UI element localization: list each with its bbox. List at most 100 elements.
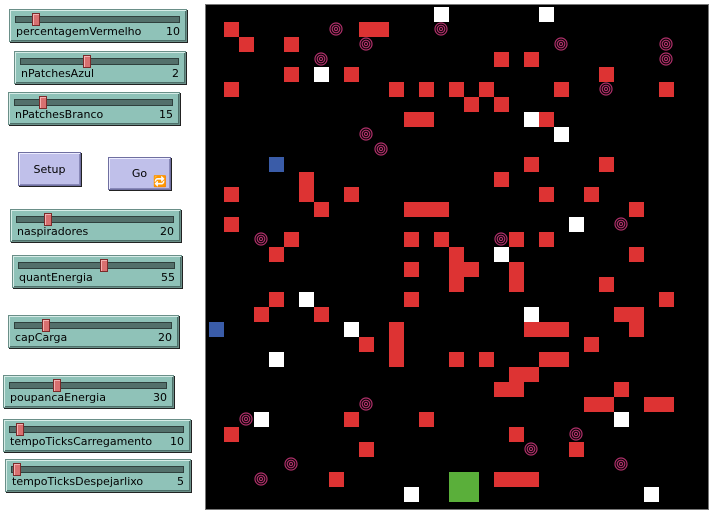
red-patch bbox=[389, 82, 404, 97]
red-patch bbox=[554, 352, 569, 367]
green-patch bbox=[449, 472, 464, 487]
red-patch bbox=[659, 292, 674, 307]
white-patch bbox=[299, 292, 314, 307]
red-patch bbox=[269, 292, 284, 307]
slider-label: quantEnergia bbox=[19, 271, 93, 284]
slider-value: 20 bbox=[158, 331, 172, 344]
red-patch bbox=[464, 262, 479, 277]
slider-label: naspiradores bbox=[17, 225, 89, 238]
red-patch bbox=[584, 397, 599, 412]
red-patch bbox=[434, 232, 449, 247]
red-patch bbox=[539, 187, 554, 202]
red-patch bbox=[509, 262, 524, 277]
white-patch bbox=[644, 487, 659, 502]
vacuum-icon bbox=[254, 472, 268, 486]
slider-track[interactable] bbox=[14, 96, 173, 109]
red-patch bbox=[389, 352, 404, 367]
slider-track[interactable] bbox=[11, 463, 184, 476]
red-patch bbox=[629, 322, 644, 337]
slider-tempo-ticks-carregamento[interactable]: tempoTicksCarregamento 10 bbox=[3, 419, 191, 452]
vacuum-icon bbox=[239, 412, 253, 426]
red-patch bbox=[314, 202, 329, 217]
green-patch bbox=[464, 472, 479, 487]
go-button-label: Go bbox=[131, 167, 148, 180]
slider-track[interactable] bbox=[9, 423, 184, 436]
vacuum-icon bbox=[329, 22, 343, 36]
white-patch bbox=[539, 7, 554, 22]
red-patch bbox=[509, 427, 524, 442]
white-patch bbox=[524, 307, 539, 322]
red-patch bbox=[569, 442, 584, 457]
red-patch bbox=[449, 277, 464, 292]
slider-tempo-ticks-despejar-lixo[interactable]: tempoTicksDespejarlixo 5 bbox=[5, 459, 191, 492]
red-patch bbox=[359, 442, 374, 457]
red-patch bbox=[404, 292, 419, 307]
slider-naspiradores[interactable]: naspiradores 20 bbox=[10, 209, 181, 242]
slider-value: 10 bbox=[166, 25, 180, 38]
setup-button[interactable]: Setup bbox=[18, 152, 81, 186]
go-button[interactable]: Go 🔁 bbox=[108, 157, 171, 190]
red-patch bbox=[404, 262, 419, 277]
red-patch bbox=[584, 187, 599, 202]
red-patch bbox=[524, 52, 539, 67]
red-patch bbox=[419, 412, 434, 427]
red-patch bbox=[359, 337, 374, 352]
red-patch bbox=[539, 352, 554, 367]
red-patch bbox=[284, 232, 299, 247]
vacuum-icon bbox=[374, 142, 388, 156]
red-patch bbox=[524, 367, 539, 382]
red-patch bbox=[434, 202, 449, 217]
slider-cap-carga[interactable]: capCarga 20 bbox=[8, 315, 179, 348]
setup-button-label: Setup bbox=[33, 162, 66, 176]
red-patch bbox=[644, 397, 659, 412]
red-patch bbox=[224, 22, 239, 37]
vacuum-icon bbox=[659, 52, 673, 66]
slider-track[interactable] bbox=[14, 319, 172, 332]
red-patch bbox=[449, 352, 464, 367]
slider-track[interactable] bbox=[16, 213, 174, 226]
red-patch bbox=[464, 97, 479, 112]
world-view[interactable] bbox=[205, 4, 709, 510]
vacuum-icon bbox=[554, 37, 568, 51]
slider-track[interactable] bbox=[20, 55, 179, 68]
red-patch bbox=[269, 247, 284, 262]
slider-quant-energia[interactable]: quantEnergia 55 bbox=[12, 255, 182, 288]
slider-track[interactable] bbox=[15, 13, 180, 26]
vacuum-icon bbox=[659, 37, 673, 51]
slider-value: 30 bbox=[153, 391, 167, 404]
blue-patch bbox=[269, 157, 284, 172]
slider-poupanca-energia[interactable]: poupancaEnergia 30 bbox=[3, 375, 174, 408]
red-patch bbox=[404, 202, 419, 217]
slider-track[interactable] bbox=[9, 379, 167, 392]
red-patch bbox=[599, 67, 614, 82]
white-patch bbox=[269, 352, 284, 367]
red-patch bbox=[554, 322, 569, 337]
slider-value: 5 bbox=[177, 475, 184, 488]
red-patch bbox=[479, 82, 494, 97]
white-patch bbox=[524, 112, 539, 127]
red-patch bbox=[389, 337, 404, 352]
red-patch bbox=[344, 412, 359, 427]
slider-thumb[interactable] bbox=[100, 259, 109, 272]
red-patch bbox=[599, 157, 614, 172]
red-patch bbox=[239, 37, 254, 52]
slider-label: poupancaEnergia bbox=[10, 391, 106, 404]
vacuum-icon bbox=[359, 397, 373, 411]
slider-npatches-branco[interactable]: nPatchesBranco 15 bbox=[8, 92, 180, 125]
vacuum-icon bbox=[434, 22, 448, 36]
red-patch bbox=[599, 397, 614, 412]
slider-percentagem-vermelho[interactable]: percentagemVermelho 10 bbox=[9, 9, 187, 42]
vacuum-icon bbox=[524, 442, 538, 456]
red-patch bbox=[449, 262, 464, 277]
red-patch bbox=[479, 352, 494, 367]
vacuum-icon bbox=[254, 232, 268, 246]
white-patch bbox=[404, 487, 419, 502]
red-patch bbox=[359, 22, 374, 37]
white-patch bbox=[614, 412, 629, 427]
slider-track[interactable] bbox=[18, 259, 175, 272]
green-patch bbox=[449, 487, 464, 502]
white-patch bbox=[554, 127, 569, 142]
white-patch bbox=[314, 67, 329, 82]
slider-npatches-azul[interactable]: nPatchesAzul 2 bbox=[14, 51, 186, 84]
red-patch bbox=[284, 67, 299, 82]
